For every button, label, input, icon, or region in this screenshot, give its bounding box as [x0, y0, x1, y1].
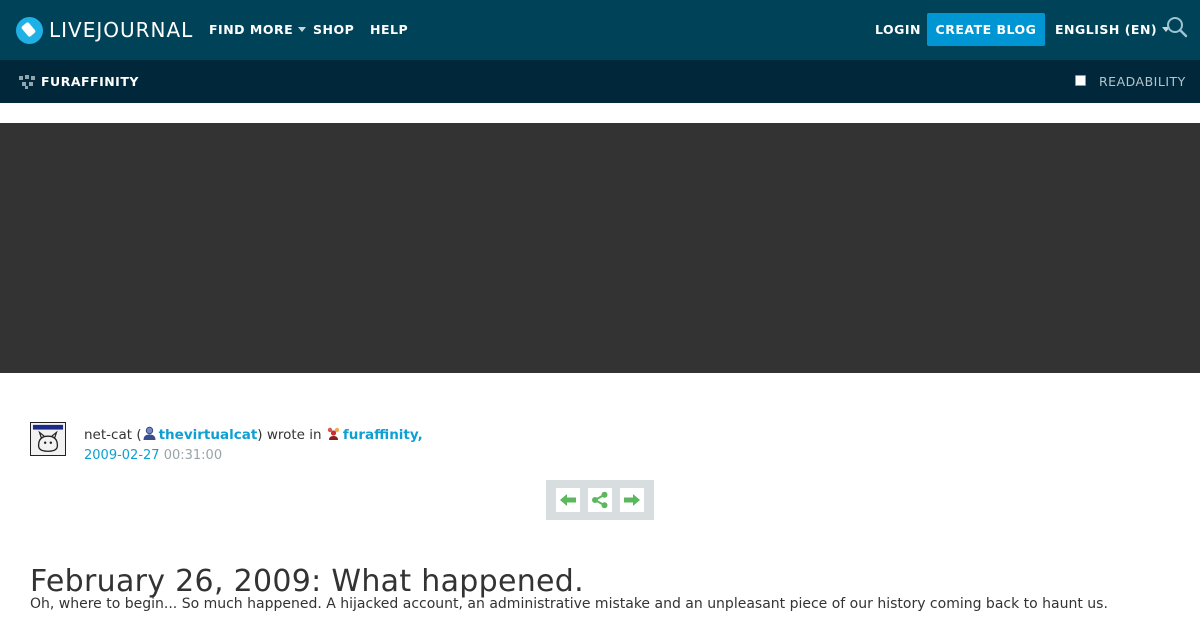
nav-find-more-label: FIND MORE [209, 22, 294, 37]
entry-date-link[interactable]: 2009-02-27 [84, 448, 160, 463]
entry-datetime: 2009-02-27 00:31:00 [84, 448, 222, 463]
byline-comma: , [417, 427, 423, 443]
arrow-right-icon [624, 494, 640, 506]
search-icon[interactable] [1166, 16, 1188, 38]
next-entry-button[interactable] [620, 488, 644, 512]
username-link[interactable]: thevirtualcat [159, 427, 258, 443]
login-link[interactable]: LOGIN [875, 22, 921, 37]
share-icon [592, 491, 608, 509]
community-people-icon[interactable] [326, 426, 341, 441]
livejournal-logo[interactable]: LIVEJOURNAL [16, 15, 193, 45]
header-banner [0, 123, 1200, 373]
nav-help[interactable]: HELP [370, 22, 408, 37]
entry-time: 00:31:00 [163, 448, 223, 463]
nav-shop-label: SHOP [313, 22, 355, 37]
nav-find-more[interactable]: FIND MORE [209, 22, 307, 37]
nav-shop[interactable]: SHOP [313, 22, 354, 37]
language-selector[interactable]: ENGLISH (EN) [1055, 22, 1171, 37]
livejournal-pencil-icon [16, 16, 43, 44]
readability-label[interactable]: READABILITY [1099, 74, 1186, 89]
wrote-in-text: ) wrote in [257, 427, 322, 443]
community-icon [19, 75, 35, 89]
language-label: ENGLISH (EN) [1055, 22, 1158, 37]
arrow-left-icon [560, 494, 576, 506]
caret-down-icon [298, 27, 307, 32]
user-head-icon[interactable] [142, 426, 157, 441]
author-name: net-cat [84, 427, 133, 443]
logo-text: LIVEJOURNAL [49, 18, 194, 42]
community-name-link[interactable]: FURAFFINITY [41, 74, 139, 89]
entry-body-text: Oh, where to begin... So much happened. … [30, 596, 1108, 612]
community-bar [0, 60, 1200, 103]
entry-navigation [546, 480, 654, 520]
entry-byline: net-cat (thevirtualcat) wrote in furaffi… [84, 426, 423, 443]
community-link[interactable]: furaffinity [343, 427, 418, 443]
share-button[interactable] [588, 488, 612, 512]
readability-checkbox[interactable] [1075, 75, 1086, 86]
user-avatar[interactable] [30, 422, 66, 456]
previous-entry-button[interactable] [556, 488, 580, 512]
entry-title: February 26, 2009: What happened. [30, 564, 584, 600]
create-blog-button[interactable]: CREATE BLOG [927, 13, 1045, 46]
nav-help-label: HELP [370, 22, 409, 37]
